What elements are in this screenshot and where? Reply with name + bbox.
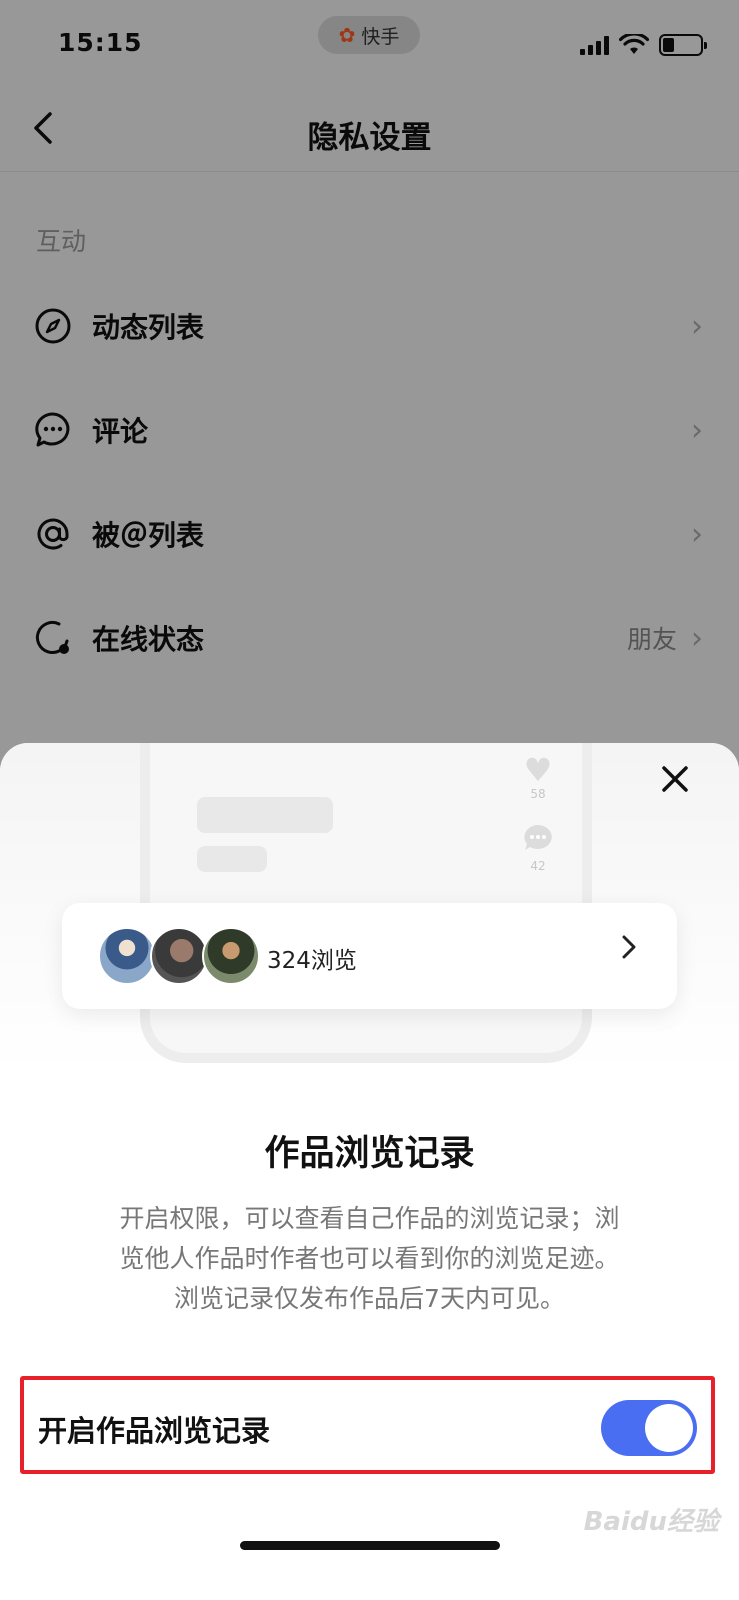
sheet-description: 开启权限，可以查看自己作品的浏览记录；浏 览他人作品时作者也可以看到你的浏览足迹… xyxy=(72,1199,667,1319)
sheet-title: 作品浏览记录 xyxy=(264,1134,475,1174)
feature-preview-illustration: ♥ 58 42 324浏览 xyxy=(0,743,739,1073)
like-preview: ♥ 58 xyxy=(518,753,558,801)
chevron-right-icon xyxy=(621,933,637,968)
comment-count: 42 xyxy=(530,859,546,873)
avatar xyxy=(150,927,208,985)
description-line: 览他人作品时作者也可以看到你的浏览足迹。 xyxy=(119,1244,620,1273)
heart-icon: ♥ xyxy=(523,751,553,789)
watermark: Baidu经验 xyxy=(583,1507,719,1537)
views-count: 324浏览 xyxy=(267,948,357,974)
view-history-toggle-row: 开启作品浏览记录 xyxy=(20,1376,715,1474)
comment-preview: 42 xyxy=(518,823,558,873)
close-icon[interactable] xyxy=(655,761,695,801)
view-history-toggle[interactable] xyxy=(601,1400,697,1456)
viewer-avatars xyxy=(98,927,260,985)
placeholder-bar xyxy=(197,797,333,833)
toggle-label: 开启作品浏览记录 xyxy=(38,1414,271,1448)
description-line: 开启权限，可以查看自己作品的浏览记录；浏 xyxy=(119,1204,620,1233)
placeholder-bar xyxy=(197,846,267,872)
avatar xyxy=(98,927,156,985)
comment-bubble-icon xyxy=(518,823,558,859)
like-count: 58 xyxy=(530,787,546,801)
bottom-sheet: ♥ 58 42 324浏览 作品浏览记录 开启权限，可以查看自己作品的浏览记录；… xyxy=(0,743,739,1600)
views-card: 324浏览 xyxy=(62,903,677,1009)
avatar xyxy=(202,927,260,985)
description-line: 浏览记录仅发布作品后7天内可见。 xyxy=(174,1284,565,1313)
home-indicator[interactable] xyxy=(240,1541,500,1550)
toggle-knob xyxy=(645,1404,693,1452)
